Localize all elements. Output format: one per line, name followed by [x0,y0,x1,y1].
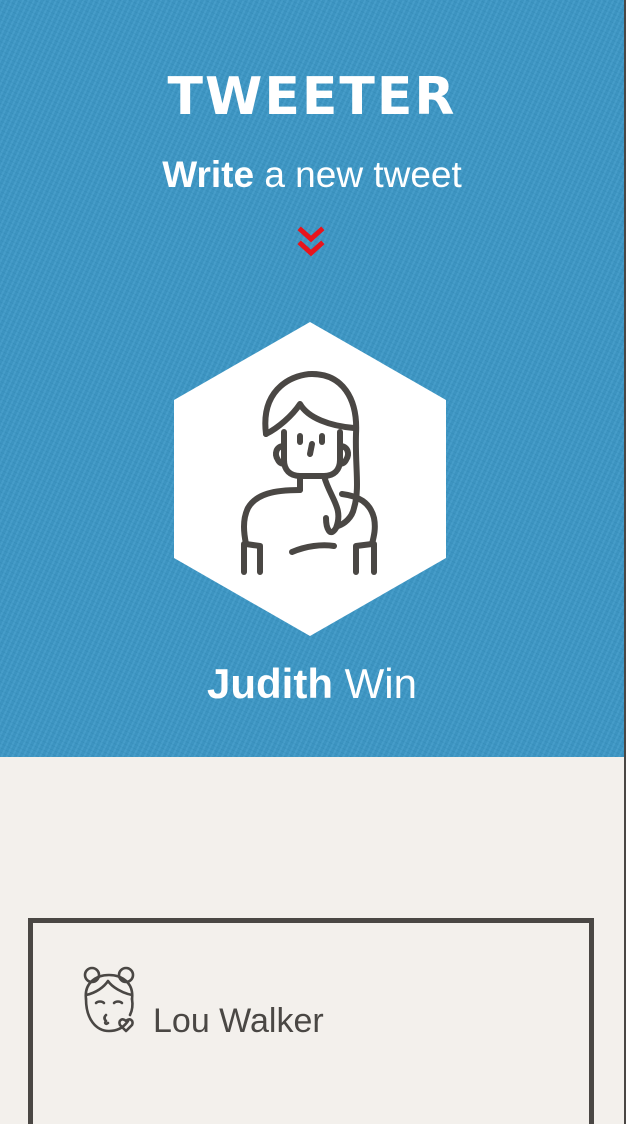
girl-kiss-avatar-icon [83,966,135,1033]
subtitle-bold: Write [162,154,255,195]
page: TWEETER Write a new tweet Judith Win Lou… [0,0,626,1124]
tweet-card[interactable]: Lou Walker [28,918,594,1124]
profile-last-name: Win [332,660,417,707]
write-tweet-link[interactable]: Write a new tweet [0,150,624,200]
profile-first-name: Judith [207,660,333,707]
app-title: TWEETER [167,67,457,127]
tweet-author-name[interactable]: Lou Walker [153,999,324,1043]
subtitle-rest: a new tweet [254,154,462,195]
hero-section: TWEETER Write a new tweet Judith Win [0,0,626,757]
profile-name: Judith Win [0,656,624,712]
woman-avatar-icon[interactable] [226,368,398,576]
double-chevron-down-icon[interactable] [296,226,326,262]
